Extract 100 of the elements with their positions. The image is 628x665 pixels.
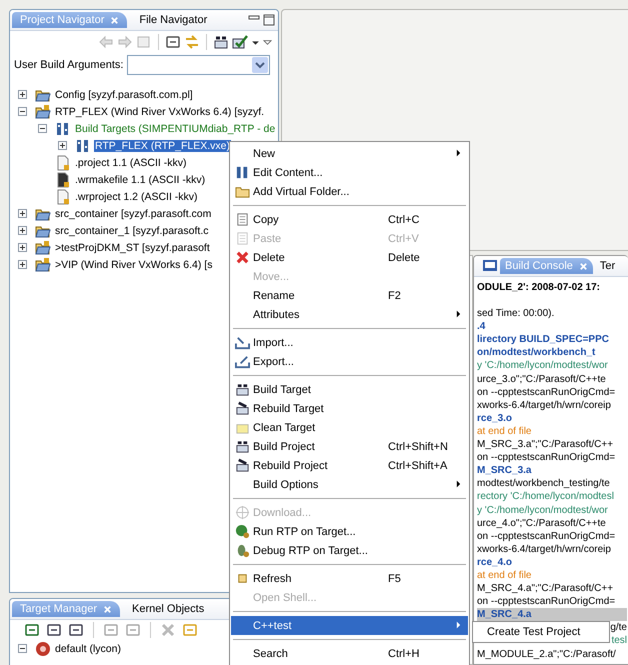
console-line: sed Time: 00:00). — [477, 307, 556, 320]
console-line: lirectory BUILD_SPEC=PPC — [477, 333, 610, 346]
menu-item[interactable]: Refresh F5 — [231, 569, 468, 588]
menu-item[interactable]: Rename F2 — [231, 286, 468, 305]
build-arguments-combo[interactable] — [127, 55, 270, 75]
console-line: at end of file — [477, 568, 532, 582]
build-icon — [234, 382, 250, 397]
tree-item[interactable]: default (lycon) — [54, 642, 122, 654]
menu-item[interactable]: Delete Delete — [231, 248, 468, 267]
tree-item[interactable]: RTP_FLEX (RTP_FLEX.vxe) — [94, 140, 231, 152]
collapse-icon[interactable] — [18, 644, 27, 653]
menu-item[interactable]: Import... — [231, 333, 468, 352]
expand-icon[interactable] — [18, 226, 27, 235]
menu-item[interactable]: New — [231, 144, 468, 163]
console-line: xworks-6.4/target/h/wrn/coreip — [477, 542, 612, 556]
panel-tab[interactable]: Ter — [594, 258, 620, 274]
console-icon — [482, 258, 498, 274]
menu-item[interactable]: Rebuild Target — [231, 399, 468, 418]
close-icon[interactable] — [578, 262, 588, 270]
server-icon — [35, 640, 51, 656]
collapse-all-icon[interactable] — [165, 34, 181, 50]
collapse-icon[interactable] — [38, 124, 47, 133]
menu-item[interactable]: Export... — [231, 352, 468, 371]
tree-item[interactable]: .project 1.1 (ASCII -kkv) — [74, 156, 188, 168]
collapse-icon[interactable] — [18, 107, 27, 116]
maximize-icon[interactable] — [263, 14, 275, 26]
console-line: rce_4.o — [477, 556, 514, 569]
console-line: on --cpptestscanRunOrigCmd= — [477, 595, 616, 608]
console-line: tesl — [611, 634, 627, 648]
expand-icon[interactable] — [18, 243, 27, 252]
menu-item[interactable]: Add Virtual Folder... — [231, 182, 468, 201]
menu-item[interactable]: Debug RTP on Target... — [231, 541, 468, 560]
menu-item[interactable]: Attributes — [231, 305, 468, 324]
file-icon — [55, 154, 71, 170]
binary-icon — [234, 165, 250, 180]
build-targets-icon — [55, 120, 71, 136]
tree-item[interactable]: .wrproject 1.2 (ASCII -kkv) — [74, 190, 199, 202]
console-line: on --cpptestscanRunOrigCmd= — [477, 386, 616, 399]
console-line: ODULE_2': 2008-07-02 17: — [477, 281, 601, 294]
rebuild-icon — [234, 401, 250, 416]
import-icon — [234, 335, 250, 350]
console-line: M_SRC_3.a";"C:/Parasoft/C++ — [477, 438, 614, 452]
console-line: on --cpptestscanRunOrigCmd= — [477, 530, 616, 543]
run-icon — [234, 524, 250, 539]
console-line: modtest/workbench_testing/te — [477, 477, 611, 490]
expand-icon[interactable] — [58, 141, 67, 150]
tree-item[interactable]: src_container_1 [syzyf.parasoft.c — [54, 224, 210, 236]
tree-item[interactable]: Config [syzyf.parasoft.com.pl] — [54, 88, 194, 100]
copy-icon — [234, 212, 250, 227]
console-line: rectory 'C:/home/lycon/modtesl — [477, 490, 615, 504]
console-line: on --cpptestscanRunOrigCmd= — [477, 451, 616, 464]
menu-item[interactable]: Build Project Ctrl+Shift+N — [231, 437, 468, 456]
console-line: at end of file — [477, 424, 532, 438]
close-icon[interactable] — [103, 604, 112, 614]
close-icon[interactable] — [110, 16, 120, 24]
submenu-arrow-icon — [456, 480, 461, 488]
menu-item[interactable]: Rebuild Project Ctrl+Shift+A — [231, 456, 468, 475]
console-line: M_SRC_3.a — [477, 464, 532, 478]
project-folder-icon — [35, 256, 51, 272]
tree-item[interactable]: .wrmakefile 1.1 (ASCII -kkv) — [74, 174, 206, 186]
console-line: rce_3.o — [477, 412, 514, 425]
expand-icon[interactable] — [18, 260, 27, 269]
field-label: User Build Arguments: — [14, 59, 124, 71]
tree-item[interactable]: src_container [syzyf.parasoft.com — [54, 208, 212, 220]
paste-icon — [234, 231, 250, 246]
console-line: xworks-6.4/target/h/wrn/coreip — [477, 398, 612, 412]
expand-icon[interactable] — [18, 209, 27, 218]
console-line: M_SRC_4.a";"C:/Parasoft/C++ — [477, 582, 614, 596]
export-icon — [234, 354, 250, 369]
tree-item[interactable]: RTP_FLEX (Wind River VxWorks 6.4) [syzyf. — [54, 106, 266, 118]
project-folder-icon — [35, 240, 51, 256]
menu-item[interactable]: C++test — [231, 616, 468, 635]
menu-item[interactable]: Search Ctrl+H — [231, 644, 468, 663]
tree-item[interactable]: >VIP (Wind River VxWorks 6.4) [s — [54, 258, 214, 270]
tree-item[interactable]: Build Targets (SIMPENTIUMdiab_RTP - de — [74, 122, 276, 134]
rebuild-icon — [234, 458, 250, 473]
submenu-arrow-icon — [456, 148, 461, 156]
menu-item[interactable]: Copy Ctrl+C — [231, 210, 468, 229]
menu-item[interactable]: Build Options — [231, 475, 468, 494]
view-menu-icon[interactable] — [263, 38, 272, 46]
panel-tab[interactable]: File Navigator — [131, 12, 216, 28]
menu-item[interactable]: Create Test Project — [473, 624, 609, 640]
tree-item[interactable]: >testProjDKM_ST [syzyf.parasoft — [54, 242, 211, 254]
dropdown-icon[interactable] — [252, 57, 268, 73]
console-line: .4 — [477, 320, 486, 334]
download-icon — [234, 505, 250, 520]
console-line: y 'C:/home/lycon/modtest/wor — [477, 504, 609, 517]
console-line: M_MODULE_2.a";"C:/Parasoft/ — [477, 648, 617, 661]
build-icon — [234, 439, 250, 454]
expand-icon[interactable] — [18, 90, 27, 99]
build-icon[interactable] — [213, 34, 229, 50]
checkmark-icon[interactable] — [232, 34, 248, 50]
menu-item[interactable]: Edit Content... — [231, 163, 468, 182]
menu-item[interactable]: Clean Target — [231, 418, 468, 437]
menu-item[interactable]: Run RTP on Target... — [231, 522, 468, 541]
console-line: y 'C:/home/lycon/modtest/wor — [477, 359, 609, 373]
file-icon — [55, 188, 71, 204]
submenu-arrow-icon — [456, 620, 461, 628]
menu-item[interactable]: Build Target — [231, 380, 468, 399]
panel-tab[interactable]: Kernel Objects — [124, 601, 212, 617]
